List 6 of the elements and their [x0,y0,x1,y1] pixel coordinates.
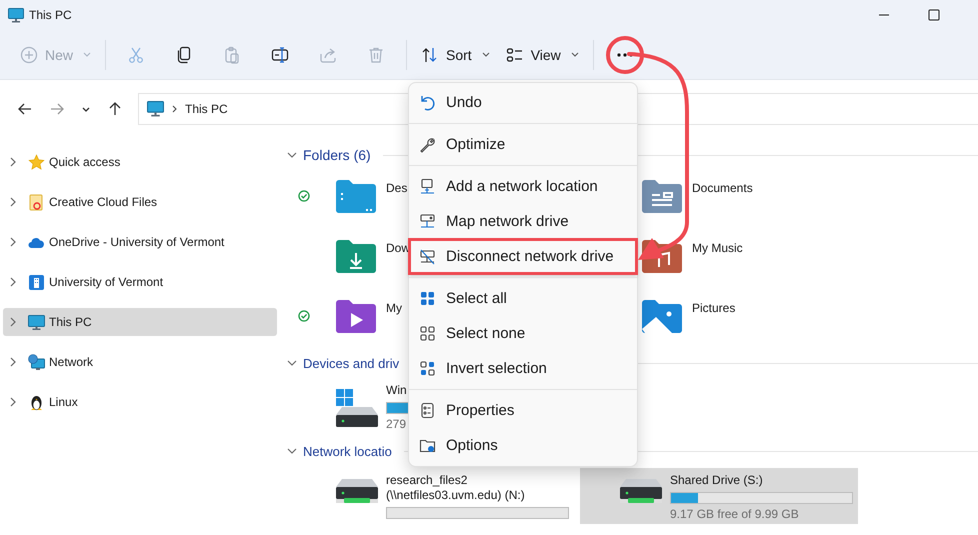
free-space-text: 9.17 GB free of 9.99 GB [670,507,799,521]
window-title: This PC [29,8,72,22]
drive-name: research_files2 (\\netfiles03.uvm.edu) (N:) [386,473,526,503]
drive-name: Win [386,383,408,398]
free-space-text: 279 [386,417,406,431]
drive-name: Shared Drive (S:) [670,473,764,488]
